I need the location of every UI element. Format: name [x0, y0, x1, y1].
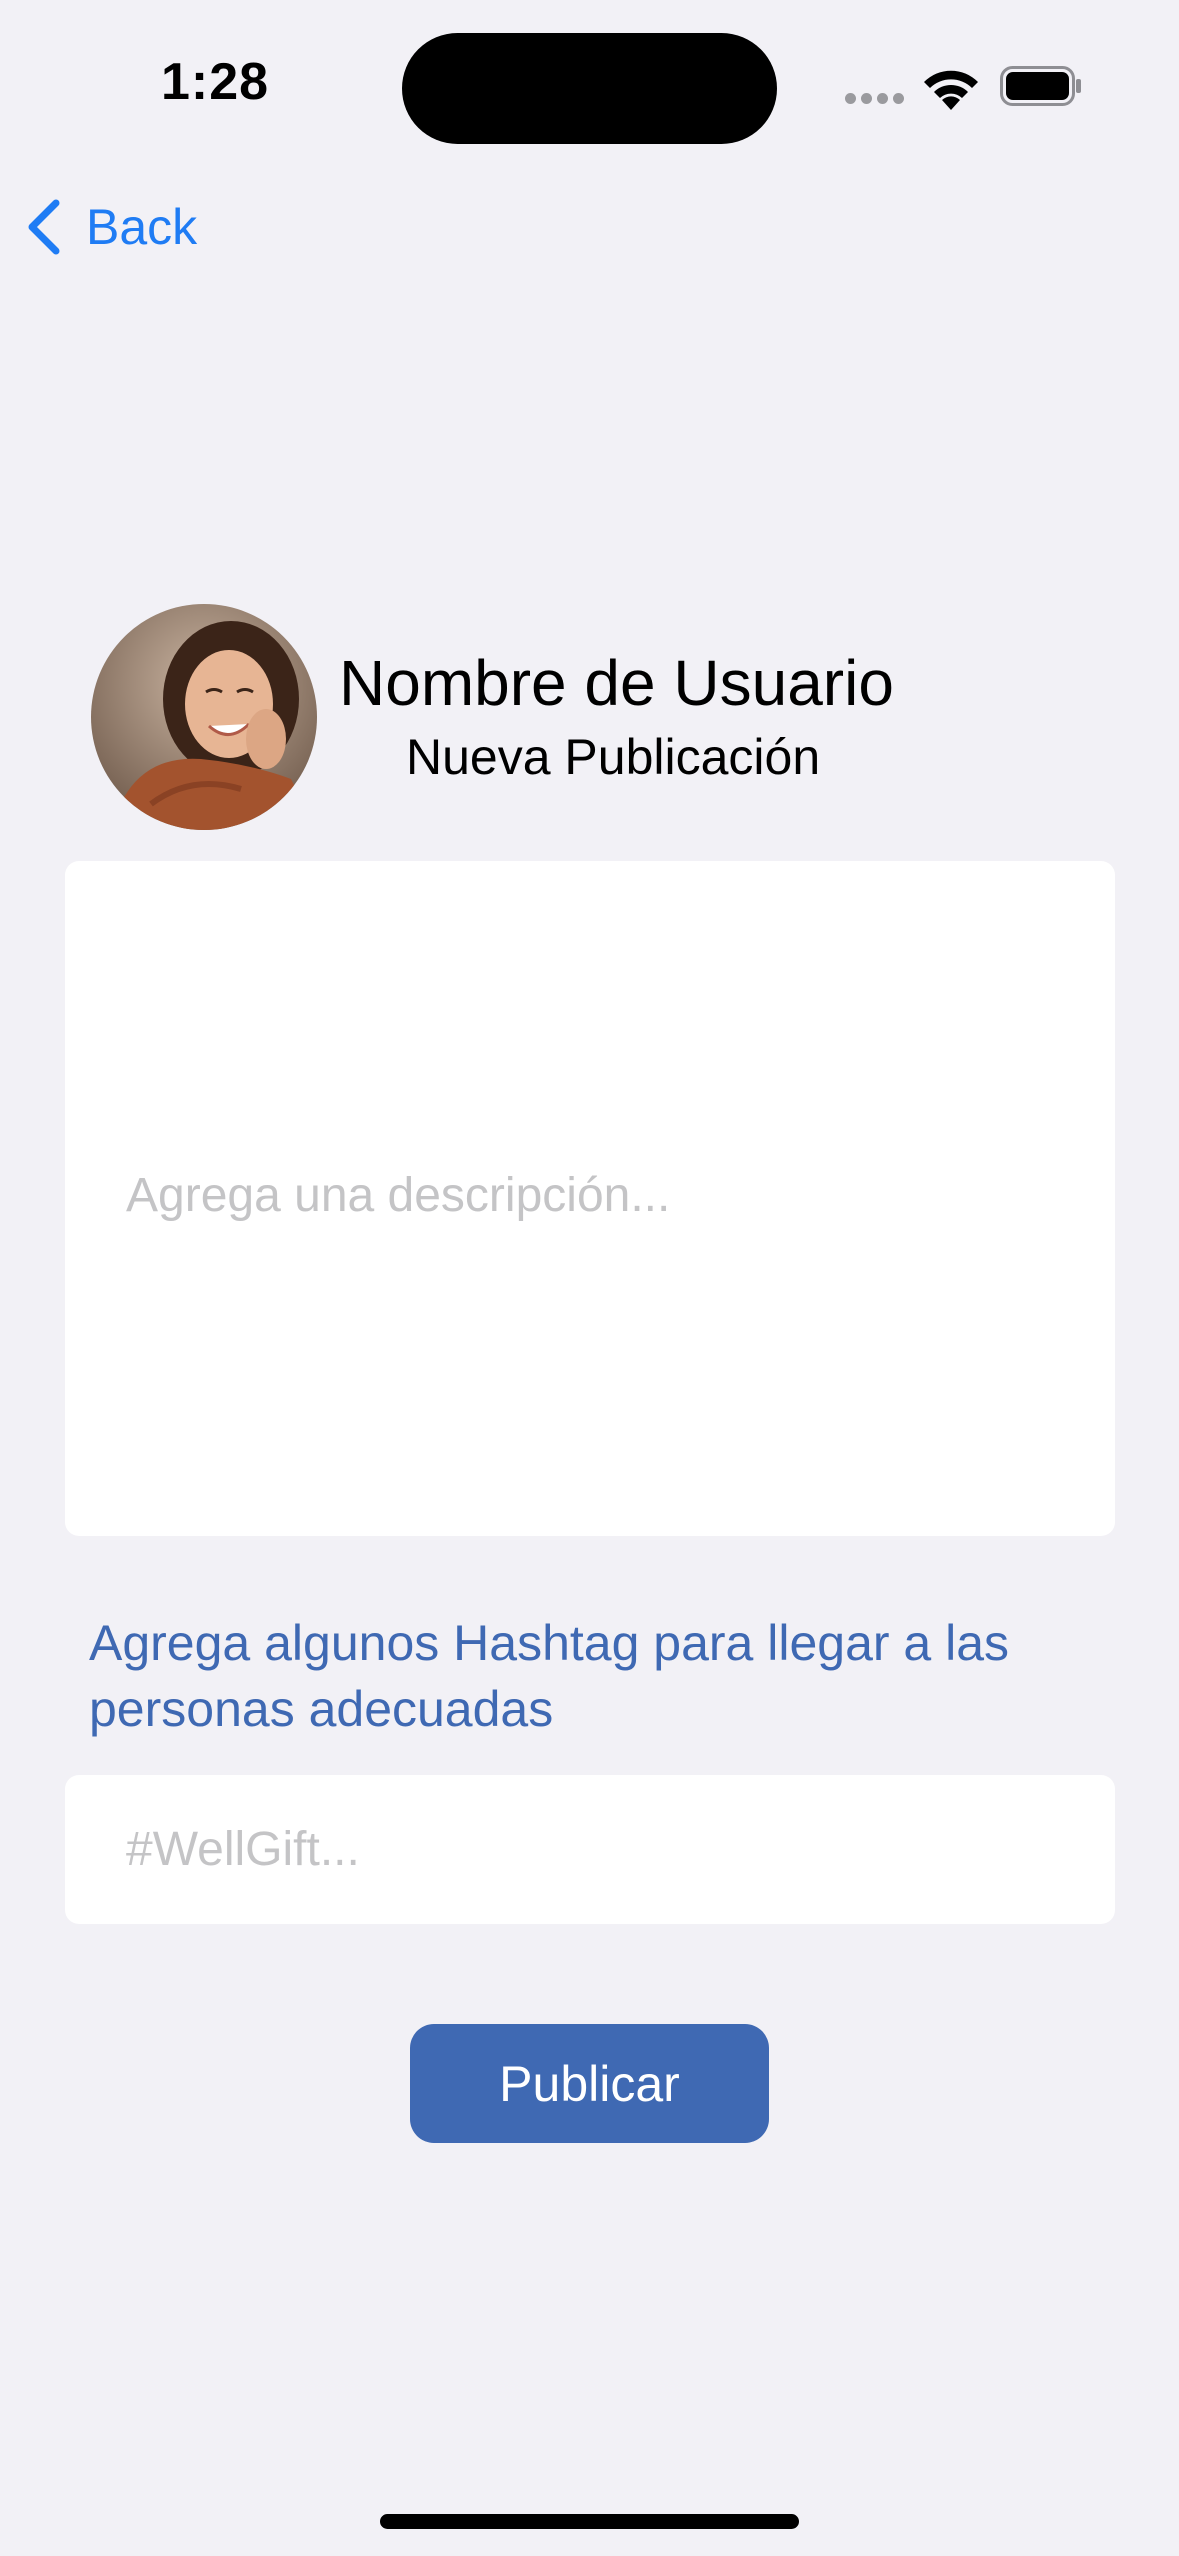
description-placeholder: Agrega una descripción... [126, 1169, 671, 1222]
avatar [91, 604, 317, 830]
chevron-left-icon [28, 199, 60, 255]
description-field[interactable]: Agrega una descripción... [65, 861, 1115, 1536]
publish-button[interactable]: Publicar [410, 2024, 769, 2143]
user-avatar-photo [91, 604, 317, 830]
profile-header: Nombre de Usuario Nueva Publicación [91, 604, 1091, 830]
back-label: Back [86, 199, 198, 255]
page-subtitle: Nueva Publicación [406, 729, 821, 785]
dynamic-island [402, 33, 777, 144]
hashtag-hint: Agrega algunos Hashtag para llegar a las… [89, 1615, 1010, 1737]
publish-label: Publicar [499, 2055, 680, 2112]
status-time: 1:28 [160, 53, 270, 111]
battery-icon [1000, 66, 1081, 106]
status-bar: 1:28 [0, 0, 1179, 170]
cellular-signal-icon [845, 93, 905, 105]
back-button[interactable]: Back [24, 190, 197, 264]
user-name: Nombre de Usuario [339, 647, 894, 719]
hashtag-placeholder: #WellGift... [126, 1823, 360, 1876]
hashtag-field[interactable]: #WellGift... [65, 1775, 1115, 1924]
wifi-icon [924, 70, 978, 110]
home-indicator[interactable] [380, 2514, 799, 2529]
